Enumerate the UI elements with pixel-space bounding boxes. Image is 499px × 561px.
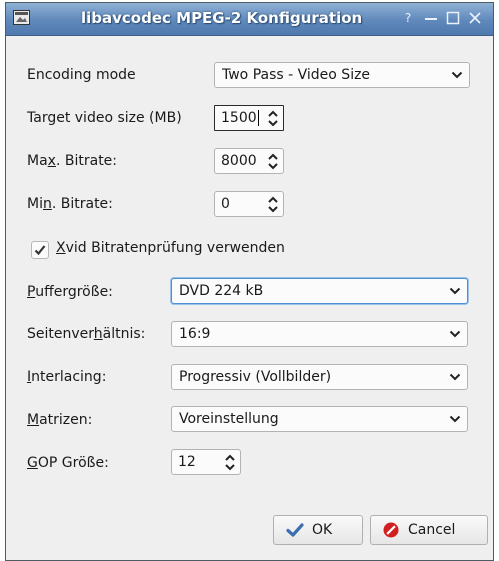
gop-size-spinbox[interactable]: 12 <box>171 449 241 475</box>
interlacing-select[interactable]: Progressiv (Vollbilder) <box>171 364 468 390</box>
target-size-spinbox[interactable]: 1500 <box>214 105 284 131</box>
buffer-size-label: Puffergröße: <box>27 284 113 300</box>
dialog-window: libavcodec MPEG-2 Konfiguration ? Encodi… <box>5 2 494 561</box>
minimize-icon <box>425 18 437 20</box>
matrices-label: Matrizen: <box>27 412 93 428</box>
chevron-down-icon <box>449 415 461 423</box>
encoding-mode-label: Encoding mode <box>27 67 136 83</box>
maximize-button[interactable] <box>446 9 460 27</box>
spin-arrows-icon[interactable] <box>267 110 279 127</box>
cancel-icon <box>383 522 399 538</box>
spin-arrows-icon[interactable] <box>267 153 279 170</box>
spin-arrows-icon[interactable] <box>267 196 279 213</box>
close-button[interactable] <box>467 9 483 27</box>
chevron-down-icon <box>449 373 461 381</box>
text-cursor <box>257 110 259 126</box>
target-size-label: Target video size (MB) <box>27 110 182 126</box>
matrices-value: Voreinstellung <box>179 411 279 427</box>
gop-size-value: 12 <box>178 454 196 470</box>
buffer-size-select[interactable]: DVD 224 kB <box>171 278 468 304</box>
cancel-button-label: Cancel <box>408 522 456 538</box>
aspect-ratio-select[interactable]: 16:9 <box>171 321 468 347</box>
checkmark-icon <box>34 245 46 256</box>
max-bitrate-label: Max. Bitrate: <box>27 153 118 169</box>
spin-arrows-icon[interactable] <box>224 454 236 471</box>
matrices-select[interactable]: Voreinstellung <box>171 406 468 432</box>
min-bitrate-label: Min. Bitrate: <box>27 196 113 212</box>
interlacing-value: Progressiv (Vollbilder) <box>179 369 332 385</box>
window-title: libavcodec MPEG-2 Konfiguration <box>81 9 363 27</box>
encoding-mode-select[interactable]: Two Pass - Video Size <box>214 62 470 88</box>
maximize-icon <box>446 11 460 25</box>
checkmark-icon <box>286 523 304 537</box>
chevron-down-icon <box>451 71 463 79</box>
min-bitrate-value: 0 <box>221 196 230 212</box>
target-size-value: 1500 <box>221 110 257 126</box>
min-bitrate-spinbox[interactable]: 0 <box>214 191 284 217</box>
buffer-size-value: DVD 224 kB <box>179 283 264 299</box>
ok-button[interactable]: OK <box>273 515 363 545</box>
xvid-checkbox-label[interactable]: Xvid Bitratenprüfung verwenden <box>56 240 285 256</box>
xvid-checkbox[interactable] <box>31 241 49 259</box>
title-bar[interactable]: libavcodec MPEG-2 Konfiguration ? <box>6 3 493 36</box>
gop-size-label: GOP Größe: <box>27 455 109 471</box>
app-icon[interactable] <box>13 10 30 25</box>
aspect-ratio-value: 16:9 <box>179 326 211 342</box>
help-button[interactable]: ? <box>402 9 414 27</box>
chevron-down-icon <box>449 330 461 338</box>
max-bitrate-spinbox[interactable]: 8000 <box>214 148 284 174</box>
close-icon <box>469 12 481 24</box>
ok-button-label: OK <box>312 522 333 538</box>
interlacing-label: Interlacing: <box>27 369 107 385</box>
aspect-ratio-label: Seitenverhältnis: <box>27 326 146 342</box>
cancel-button[interactable]: Cancel <box>370 515 488 545</box>
chevron-down-icon <box>449 287 461 295</box>
max-bitrate-value: 8000 <box>221 153 257 169</box>
minimize-button[interactable] <box>424 9 438 27</box>
encoding-mode-value: Two Pass - Video Size <box>222 67 371 83</box>
